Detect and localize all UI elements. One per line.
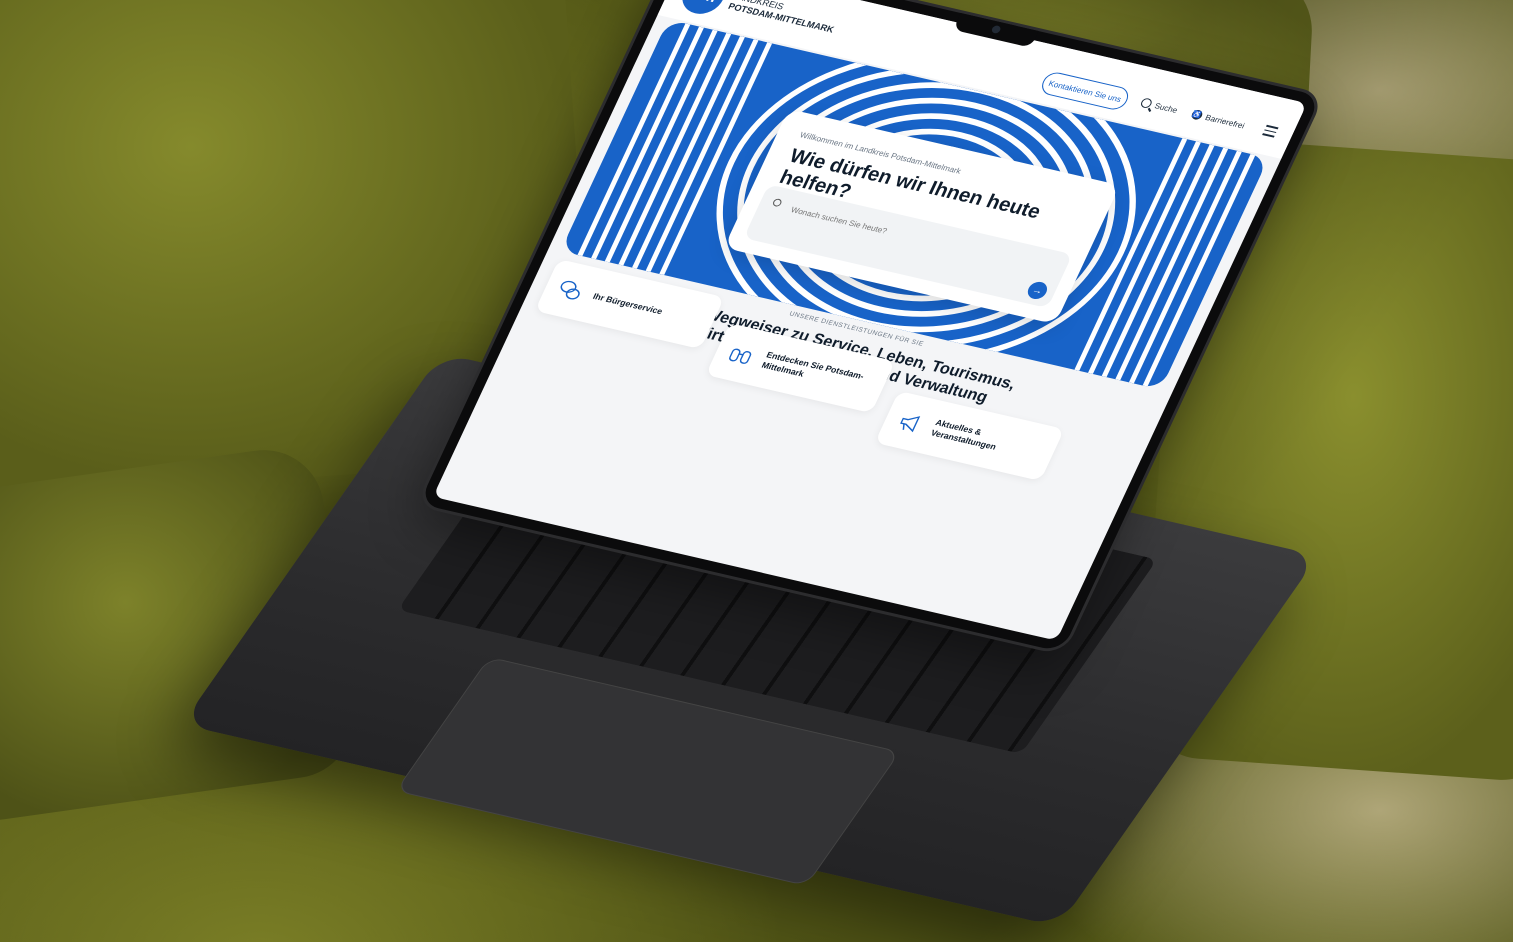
logo-mark: PM — [675, 0, 732, 18]
service-tile-label: Aktuelles & Veranstaltungen — [929, 417, 998, 452]
search-icon — [771, 198, 783, 208]
hamburger-menu-icon[interactable] — [1262, 124, 1279, 138]
service-tile-label: Ihr Bürgerservice — [591, 290, 665, 316]
megaphone-icon — [900, 416, 921, 433]
contact-button[interactable]: Kontaktieren Sie uns — [1038, 70, 1133, 112]
accessibility-icon: ♿ — [1189, 109, 1205, 121]
accessibility-nav-label: Barrierefrei — [1203, 112, 1247, 130]
search-icon — [1139, 97, 1154, 109]
camera-icon — [990, 24, 1002, 35]
speech-bubbles-icon — [560, 280, 580, 300]
search-nav-label: Suche — [1153, 100, 1180, 115]
binoculars-icon — [729, 348, 752, 364]
accessibility-nav-item[interactable]: ♿ Barrierefrei — [1189, 109, 1247, 130]
search-submit-button[interactable]: → — [1024, 280, 1051, 301]
search-nav-item[interactable]: Suche — [1139, 97, 1179, 115]
service-tile-label: Entdecken Sie Potsdam-Mittelmark — [760, 349, 866, 382]
logo-text: LANDKREIS POTSDAM-MITTELMARK — [726, 0, 840, 35]
